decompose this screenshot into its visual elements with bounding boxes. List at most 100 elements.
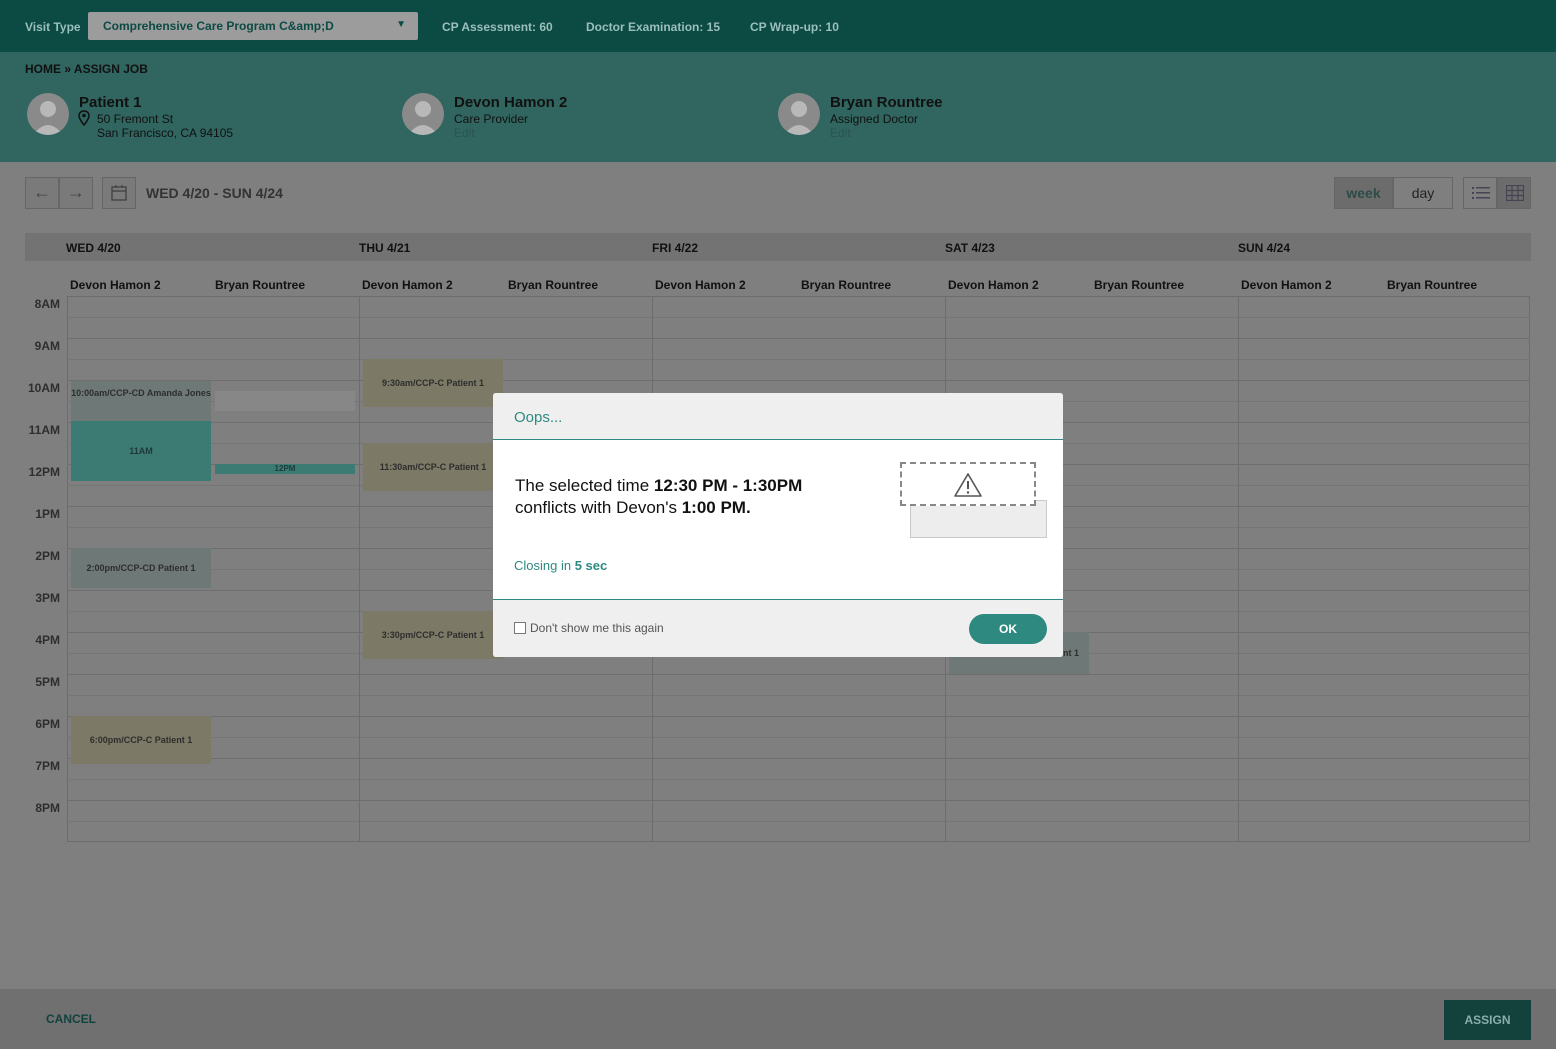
appointment-block[interactable]: 2:00pm/CCP-CD Patient 1 [71, 548, 211, 588]
date-range-label: WED 4/20 - SUN 4/24 [146, 185, 283, 201]
grid-line [67, 359, 1530, 360]
appointment-label: 11:30am/CCP-C Patient 1 [379, 462, 487, 472]
grid-line [67, 674, 1530, 675]
countdown-text: Closing in [514, 558, 575, 573]
assign-job-header: HOME » ASSIGN JOB Patient 1 50 Fremont S… [0, 52, 1556, 162]
selected-slot-12pm[interactable]: 12PM [215, 464, 355, 474]
selected-time: 12:30 PM - 1:30PM [653, 476, 803, 495]
doctor-edit-link[interactable]: Edit [830, 126, 851, 140]
col-header-staff: Devon Hamon 2 [655, 278, 746, 292]
list-view-button[interactable] [1463, 177, 1497, 209]
assign-button[interactable]: ASSIGN [1444, 1000, 1531, 1040]
appointment-label: 3:30pm/CCP-C Patient 1 [381, 630, 485, 640]
breadcrumb: HOME » ASSIGN JOB [25, 62, 148, 76]
stat-cp-assessment: CP Assessment: 60 [442, 20, 553, 34]
conflict-time: 1:00 PM. [681, 498, 751, 517]
grid-line [67, 800, 1530, 801]
day-header-row: WED 4/20 THU 4/21 FRI 4/22 SAT 4/23 SUN … [25, 233, 1531, 261]
col-header-staff: Bryan Rountree [1387, 278, 1478, 292]
day-divider [1238, 296, 1239, 842]
avatar [778, 93, 820, 135]
arrow-right-icon: → [67, 182, 85, 202]
stat-doctor-examination: Doctor Examination: 15 [586, 20, 721, 34]
cancel-button[interactable]: CANCEL [46, 1012, 96, 1026]
closing-countdown: Closing in 5 sec [514, 558, 607, 573]
grid-line [67, 317, 1530, 318]
appointment-block[interactable]: 9:30am/CCP-C Patient 1 [363, 359, 503, 407]
col-header-staff: Bryan Rountree [801, 278, 892, 292]
grid-line [67, 716, 1530, 717]
hour-label: 4PM [35, 633, 60, 647]
appointment-block[interactable]: 6:00pm/CCP-C Patient 1 [71, 716, 211, 764]
location-pin-icon [78, 110, 90, 126]
appointment-label: nt 1 [1062, 648, 1079, 658]
dont-show-again-label[interactable]: Don't show me this again [530, 621, 664, 635]
appointment-block[interactable]: 3:30pm/CCP-C Patient 1 [363, 611, 503, 659]
dialog-title: Oops... [514, 409, 563, 426]
conflict-dialog: Oops... The selected time 12:30 PM - 1:3… [493, 393, 1063, 657]
dialog-footer: Don't show me this again OK [493, 599, 1063, 657]
grid-line [67, 737, 1530, 738]
grid-line [67, 338, 1530, 339]
caret-down-icon: ▼ [396, 19, 406, 30]
grid-view-button[interactable] [1497, 177, 1531, 209]
appointment-label: 2:00pm/CCP-CD Patient 1 [86, 563, 196, 573]
hour-label: 3PM [35, 591, 60, 605]
visit-type-value: Comprehensive Care Program C&amp;D [103, 19, 334, 33]
provider-role: Care Provider [454, 112, 529, 126]
slot-label: 12PM [274, 464, 296, 473]
hour-label: 6PM [35, 717, 60, 731]
warning-icon [954, 473, 982, 497]
provider-name: Devon Hamon 2 [454, 94, 568, 111]
patient-address-line2: San Francisco, CA 94105 [97, 126, 234, 140]
next-week-button[interactable]: → [59, 177, 93, 209]
arrow-left-icon: ← [33, 182, 51, 202]
visit-type-label: Visit Type [25, 20, 81, 34]
prev-week-button[interactable]: ← [25, 177, 59, 209]
hour-label: 8PM [35, 801, 60, 815]
grid-line [67, 695, 1530, 696]
hour-label: 2PM [35, 549, 60, 563]
col-header-staff: Devon Hamon 2 [70, 278, 161, 292]
day-divider [359, 296, 360, 842]
avatar [27, 93, 69, 135]
doctor-role: Assigned Doctor [830, 112, 919, 126]
col-header-staff: Devon Hamon 2 [948, 278, 1039, 292]
date-picker-button[interactable] [102, 177, 136, 209]
grid-line [67, 380, 1530, 381]
dialog-header: Oops... [493, 393, 1063, 440]
ok-button[interactable]: OK [969, 614, 1047, 644]
grid-line [67, 779, 1530, 780]
day-header-sun: SUN 4/24 [1238, 241, 1291, 255]
selected-slot-11am[interactable]: 11AM [71, 421, 211, 481]
conflict-illustration [900, 462, 1036, 506]
countdown-value: 5 sec [574, 558, 608, 573]
provider-edit-link[interactable]: Edit [454, 126, 475, 140]
appointment-block[interactable]: 11:30am/CCP-C Patient 1 [363, 443, 503, 491]
dont-show-again-checkbox[interactable] [514, 622, 526, 634]
patient-address-line1: 50 Fremont St [97, 112, 174, 126]
week-view-toggle[interactable]: week [1334, 177, 1393, 209]
hour-label: 10AM [27, 381, 60, 395]
message-text: The selected time [515, 476, 654, 495]
appointment-block[interactable]: 10:00am/CCP-CD Amanda Jones [71, 381, 211, 421]
col-header-staff: Bryan Rountree [508, 278, 599, 292]
hour-label: 7PM [35, 759, 60, 773]
doctor-name: Bryan Rountree [830, 94, 943, 111]
day-header-sat: SAT 4/23 [945, 241, 995, 255]
hour-label: 12PM [28, 465, 60, 479]
col-header-staff: Bryan Rountree [215, 278, 306, 292]
day-view-toggle[interactable]: day [1393, 177, 1453, 209]
top-bar: Visit Type Comprehensive Care Program C&… [0, 0, 1556, 52]
calendar-icon [111, 185, 127, 201]
grid-line [67, 758, 1530, 759]
hour-label: 1PM [35, 507, 60, 521]
appointment-label: 9:30am/CCP-C Patient 1 [381, 378, 485, 388]
visit-type-select[interactable]: Comprehensive Care Program C&amp;D ▼ [88, 12, 418, 40]
stat-cp-wrapup: CP Wrap-up: 10 [750, 20, 839, 34]
day-header-thu: THU 4/21 [359, 241, 411, 255]
list-icon [1472, 187, 1490, 199]
day-header-wed: WED 4/20 [66, 241, 121, 255]
hour-label: 11AM [28, 423, 60, 437]
col-header-staff: Devon Hamon 2 [362, 278, 453, 292]
